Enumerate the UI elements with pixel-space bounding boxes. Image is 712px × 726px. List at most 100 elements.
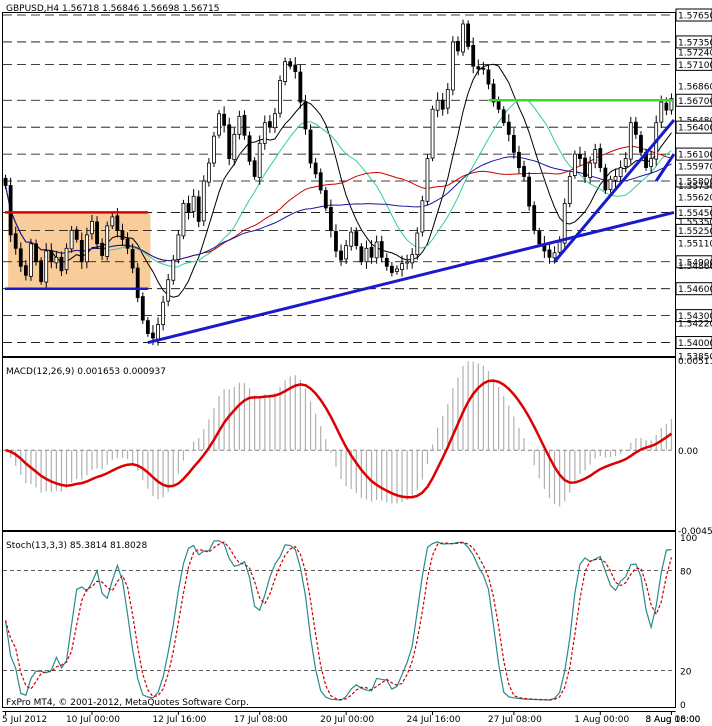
- candle-body: [262, 122, 267, 144]
- candle-body: [481, 67, 486, 70]
- candle-body: [84, 234, 89, 263]
- time-axis-label: 10 Jul 00:00: [66, 715, 120, 725]
- price-axis-label: 1.55110: [678, 239, 712, 249]
- price-axis-label: 1.54860: [678, 262, 712, 272]
- price-axis-label: 1.54220: [678, 319, 712, 329]
- candle-body: [273, 113, 277, 129]
- candle-body: [283, 61, 288, 82]
- candle-body: [476, 66, 481, 70]
- candle-body: [181, 203, 186, 237]
- candle-body: [415, 232, 420, 255]
- candle-body: [456, 40, 460, 52]
- candle-body: [359, 246, 364, 263]
- candle-body: [532, 205, 537, 231]
- candle-body: [420, 200, 425, 233]
- candle-body: [410, 254, 415, 264]
- candle-body: [461, 23, 465, 53]
- candle-body: [339, 250, 343, 261]
- candle-body: [613, 176, 618, 181]
- candle-body: [135, 267, 140, 299]
- candle-body: [440, 99, 445, 110]
- candle-body: [562, 203, 567, 244]
- candle-body: [196, 196, 201, 222]
- candle-body: [557, 241, 562, 253]
- candle-body: [323, 190, 328, 209]
- candle-body: [13, 233, 18, 249]
- candle-body: [18, 248, 23, 267]
- candle-body: [618, 167, 623, 177]
- candle-body: [547, 249, 552, 258]
- candle-body: [389, 265, 394, 273]
- price-axis-label: 1.57350: [678, 38, 712, 48]
- price-axis-label: 1.57240: [678, 48, 712, 58]
- candle-body: [313, 162, 318, 175]
- candle-body: [69, 229, 74, 250]
- candle-body: [593, 149, 598, 164]
- candle-body: [567, 176, 572, 204]
- candle-body: [552, 252, 557, 259]
- trendline-1: [147, 210, 675, 344]
- symbol-header: GBPUSD,H4 1.56718 1.56846 1.56698 1.5671…: [6, 4, 219, 14]
- candle-body: [369, 246, 374, 258]
- candle-body: [471, 44, 476, 67]
- candle-body: [29, 243, 33, 277]
- candle-body: [44, 250, 49, 283]
- candle-body: [247, 135, 252, 162]
- price-axis-label: 1.56700: [678, 97, 712, 107]
- candle-body: [384, 257, 389, 267]
- candle-body: [628, 122, 633, 160]
- candle-body: [242, 114, 247, 136]
- candle-body: [328, 206, 333, 231]
- price-axis-label: 1.55750: [678, 182, 712, 192]
- candle-body: [166, 279, 171, 302]
- candle-body: [176, 234, 181, 260]
- candle-body: [171, 259, 176, 281]
- price-axis-label: 1.54600: [678, 285, 712, 295]
- candle-body: [511, 135, 516, 153]
- candle-body: [349, 231, 354, 247]
- candle-body: [151, 332, 155, 339]
- candle-body: [598, 148, 603, 168]
- candle-body: [257, 142, 262, 179]
- candle-body: [522, 166, 526, 177]
- candle-body: [54, 256, 59, 264]
- candle-body: [400, 263, 404, 270]
- chart-canvas: 1.57650 1.573501.57240 1.57100 1.56860 1.567…: [2, 4, 712, 725]
- candle-body: [578, 154, 582, 159]
- macd-signal-line: [5, 379, 673, 499]
- chart-root: 1.57650 1.57350 1.57240 1.57100 1.56860 1.567…: [0, 0, 712, 726]
- time-axis-label: 8 Aug 08:00: [645, 715, 700, 725]
- price-axis-label: 1.55620: [678, 194, 712, 204]
- candle-body: [308, 129, 313, 164]
- price-axis-label: 1.56400: [678, 124, 712, 134]
- candle-body: [450, 41, 455, 91]
- price-axis-label: 1.54000: [678, 339, 712, 349]
- candle-body: [303, 101, 308, 130]
- price-axis-label: 1.55970: [678, 162, 712, 172]
- candle-body: [603, 167, 608, 191]
- time-axis-label: 17 Jul 08:00: [234, 715, 288, 725]
- candle-body: [486, 69, 491, 85]
- candle-body: [252, 160, 257, 177]
- candle-body: [217, 113, 221, 136]
- candle-body: [506, 121, 511, 135]
- stoch-axis-label: 0: [680, 701, 686, 711]
- time-axis-label: 5 Jul 2012: [2, 715, 47, 725]
- candle-body: [140, 296, 145, 321]
- candle-body: [125, 238, 130, 249]
- candle-body: [90, 220, 94, 235]
- candle-body: [49, 250, 54, 263]
- candle-body: [3, 177, 8, 186]
- price-axis-label: 1.56100: [678, 151, 712, 161]
- candle-body: [130, 248, 135, 269]
- candle-body: [23, 265, 28, 276]
- candle-body: [288, 61, 293, 67]
- stoch-axis-label: 20: [680, 668, 692, 678]
- candle-body: [222, 113, 227, 126]
- candle-body: [110, 216, 115, 227]
- candle-body: [212, 135, 216, 164]
- time-axis-label: 27 Jul 08:00: [488, 715, 542, 725]
- price-axis-label: 1.57100: [678, 61, 712, 71]
- candle-body: [115, 215, 120, 231]
- candle-body: [64, 247, 69, 271]
